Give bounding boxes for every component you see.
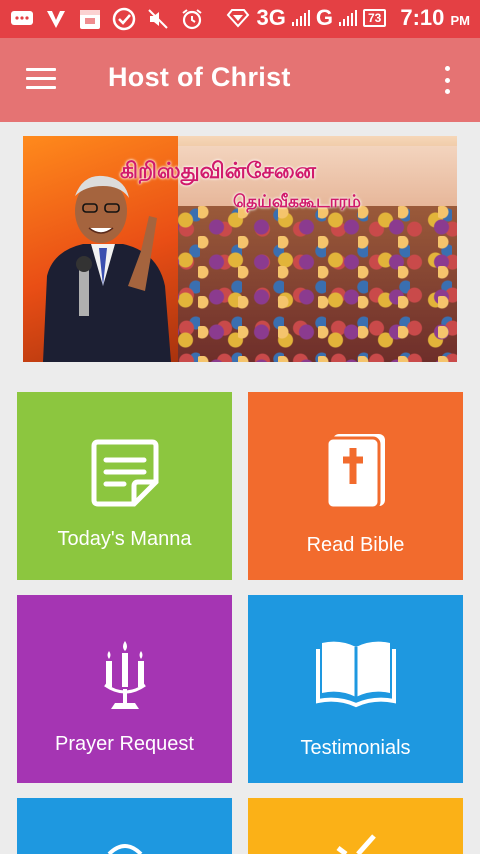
signal-bars-icon (291, 10, 310, 26)
mute-icon (146, 7, 170, 31)
network-type-3g: 3G (256, 5, 286, 30)
clock: 7:10 PM (400, 5, 470, 31)
chat-icon (10, 7, 34, 31)
signal-bars-icon (338, 10, 357, 26)
prayer-request-tile[interactable]: Prayer Request (17, 595, 232, 783)
menu-tile-5[interactable] (17, 798, 232, 854)
hamburger-menu-icon[interactable] (26, 68, 56, 92)
hero-banner[interactable]: கிறிஸ்துவின்சேனை தெய்வீககூடாரம் (23, 136, 457, 362)
calendar-icon (78, 7, 102, 31)
testimonials-tile[interactable]: Testimonials (248, 595, 463, 783)
battery-level: 73 (362, 9, 387, 27)
notification-icons (10, 7, 204, 31)
network-type-g: G (315, 5, 333, 30)
v-app-icon (44, 7, 68, 31)
status-bar: 3G G 73 7:10 PM (0, 0, 480, 38)
banner-crowd-image (158, 206, 457, 362)
partial-icon (107, 844, 142, 854)
note-icon (91, 439, 158, 507)
clock-time: 7:10 (400, 5, 445, 30)
signal-diamond-icon (226, 6, 250, 30)
menu-tile-6[interactable] (248, 798, 463, 854)
testimonials-label: Testimonials (300, 737, 411, 759)
todays-manna-tile[interactable]: Today's Manna (17, 392, 232, 580)
check-circle-icon (112, 7, 136, 31)
read-bible-tile[interactable]: Read Bible (248, 392, 463, 580)
app-bar: Host of Christ (0, 38, 480, 122)
read-bible-label: Read Bible (306, 534, 405, 556)
prayer-request-label: Prayer Request (55, 733, 194, 755)
open-book-icon (315, 641, 396, 708)
candle-icon (103, 641, 146, 709)
system-status: 3G G 73 7:10 PM (226, 5, 470, 31)
alarm-icon (180, 7, 204, 31)
bible-icon (325, 434, 385, 510)
clock-ampm: PM (450, 13, 471, 28)
app-title: Host of Christ (108, 62, 291, 92)
banner-title-line-1: கிறிஸ்துவின்சேனை (120, 158, 316, 183)
banner-title-line-2: தெய்வீககூடாரம் (233, 192, 361, 211)
check-icon (336, 834, 376, 854)
todays-manna-label: Today's Manna (57, 528, 192, 550)
overflow-menu-icon[interactable] (438, 66, 456, 94)
